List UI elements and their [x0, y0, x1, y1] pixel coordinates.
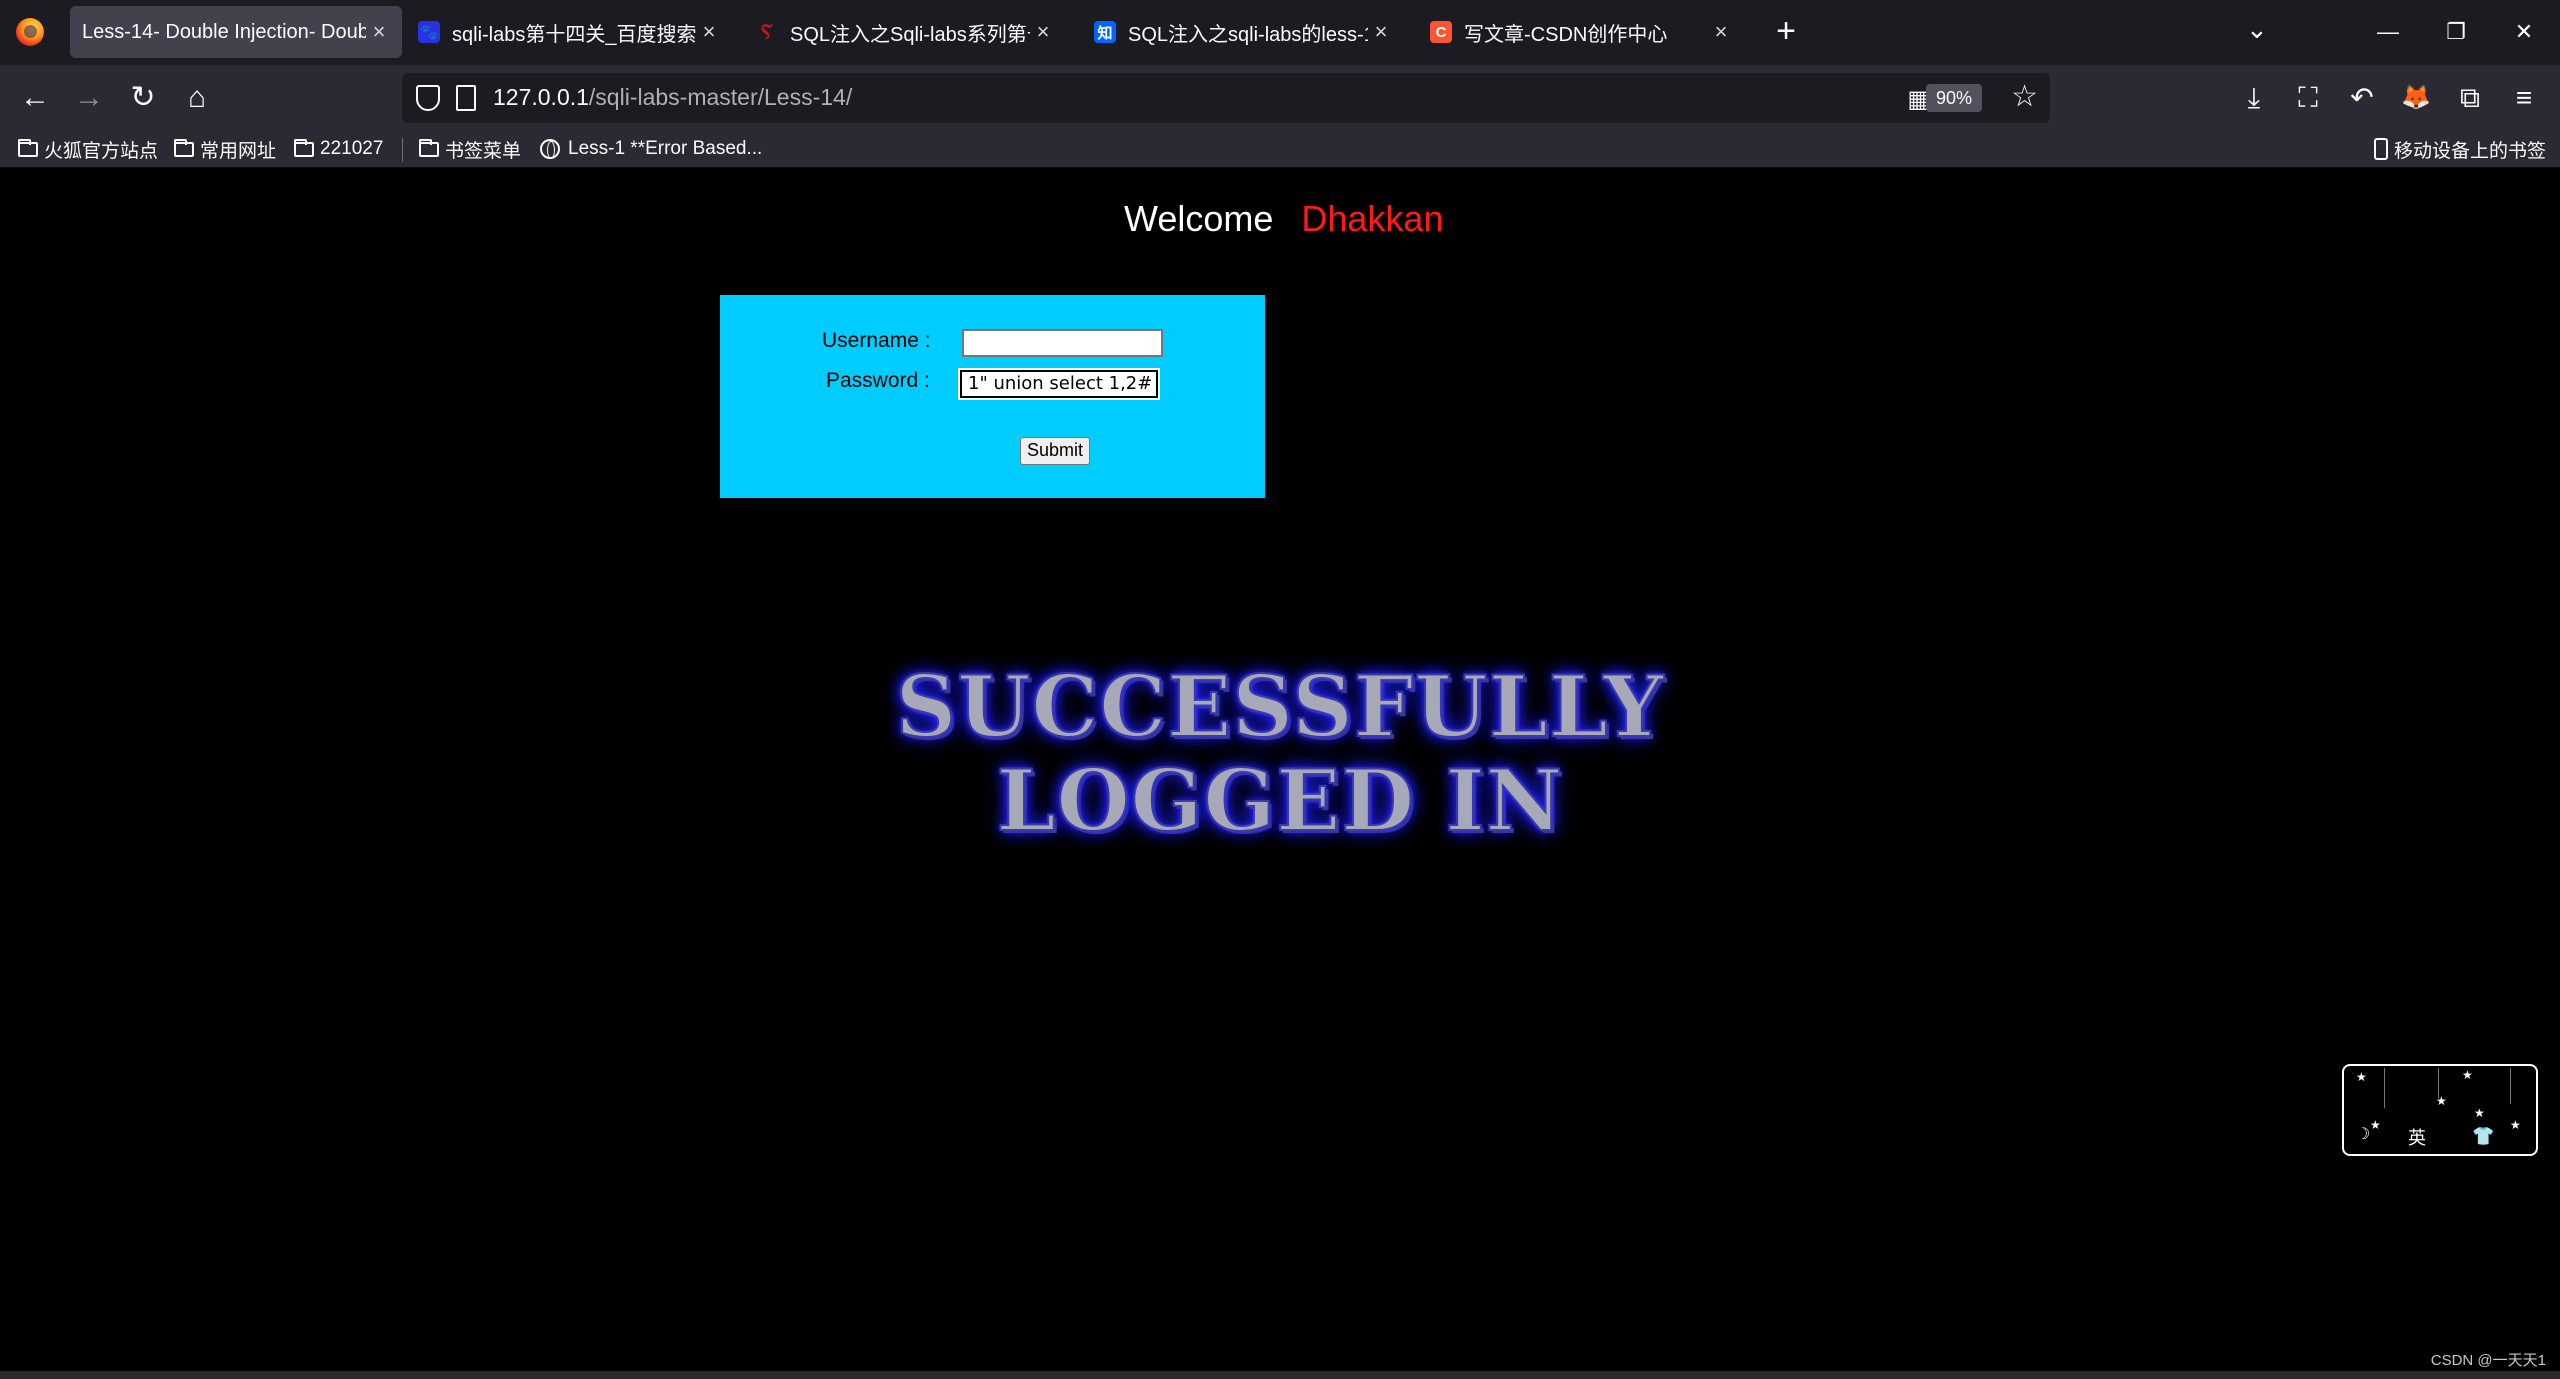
csdn-red-icon: Ⲋ: [761, 20, 773, 43]
globe-icon: [540, 139, 560, 159]
folder-icon: [174, 138, 194, 157]
tab-close-icon[interactable]: ×: [1030, 19, 1056, 45]
shirt-icon: 👕: [2472, 1126, 2495, 1146]
success-line-2: LOGGED IN: [996, 751, 1564, 850]
password-input[interactable]: 1" union select 1,2#: [958, 368, 1160, 400]
submit-button[interactable]: Submit: [1020, 437, 1090, 465]
undo-icon[interactable]: ↶: [2341, 77, 2383, 119]
extensions-icon[interactable]: ⧉: [2449, 77, 2491, 119]
tab-sqli-series[interactable]: Ⲋ SQL注入之Sqli-labs系列第十四关 ×: [756, 6, 1062, 58]
tracking-shield-icon[interactable]: [416, 85, 440, 111]
firefox-logo-icon[interactable]: [16, 18, 44, 46]
bookmark-folder-common[interactable]: 常用网址: [174, 135, 276, 163]
folder-icon: [294, 138, 314, 157]
tab-csdn-write[interactable]: C 写文章-CSDN创作中心 ×: [1430, 6, 1740, 58]
download-icon[interactable]: ⤓: [2233, 77, 2275, 119]
star-icon: ★: [2474, 1106, 2485, 1120]
tab-close-icon[interactable]: ×: [1708, 19, 1734, 45]
tab-close-icon[interactable]: ×: [366, 19, 392, 45]
tab-title: SQL注入之Sqli-labs系列第十四关: [790, 23, 1030, 46]
url-host: 127.0.0.1: [493, 84, 589, 110]
bookmarks-toolbar: 火狐官方站点 常用网址 221027 书签菜单 Less-1 **Error B…: [0, 130, 2560, 168]
tab-list-chevron-icon[interactable]: ⌄: [2246, 14, 2268, 45]
page-content: Welcome Dhakkan Username : Password : 1" …: [0, 168, 2560, 1371]
new-tab-button[interactable]: +: [1768, 14, 1804, 50]
password-label: Password :: [826, 369, 930, 392]
mobile-bookmarks[interactable]: 移动设备上的书签: [2374, 135, 2546, 163]
reload-button[interactable]: ↻: [122, 77, 164, 119]
tab-zhihu[interactable]: 知 SQL注入之sqli-labs的less-14 ×: [1094, 6, 1400, 58]
bookmark-label: 221027: [320, 138, 384, 159]
star-icon: ★: [2370, 1118, 2381, 1132]
bookmark-label: 火狐官方站点: [44, 140, 159, 162]
welcome-name: Dhakkan: [1301, 198, 1444, 239]
welcome-text: Welcome: [1124, 198, 1274, 239]
tab-title: Less-14- Double Injection- Double Quotes…: [82, 20, 366, 43]
tab-title: SQL注入之sqli-labs的less-14: [1128, 23, 1368, 46]
mobile-device-icon: [2374, 138, 2388, 160]
folder-icon: [419, 138, 439, 157]
bookmark-folder-menu[interactable]: 书签菜单: [419, 135, 521, 163]
star-icon: ★: [2462, 1068, 2473, 1082]
zhihu-icon: 知: [1094, 21, 1116, 43]
folder-icon: [18, 138, 38, 157]
bookmark-label: 书签菜单: [445, 140, 522, 162]
input-method-widget[interactable]: ★ ★ ★ ★ ★ ★ ☽ 英 👕: [2342, 1064, 2538, 1156]
restore-button[interactable]: ❐: [2426, 12, 2486, 52]
forward-button[interactable]: →: [68, 77, 110, 119]
hanging-string: [2510, 1068, 2511, 1104]
navigation-toolbar: ← → ↻ ⌂ 127.0.0.1/sqli-labs-master/Less-…: [0, 65, 2560, 130]
csdn-watermark: CSDN @一天天1: [2430, 1352, 2546, 1369]
back-button[interactable]: ←: [14, 77, 56, 119]
username-input[interactable]: [962, 329, 1163, 357]
tab-title: sqli-labs第十四关_百度搜索: [452, 23, 696, 46]
tab-bar: Less-14- Double Injection- Double Quotes…: [0, 0, 2560, 65]
bookmark-less-1[interactable]: Less-1 **Error Based...: [540, 135, 762, 163]
bookmark-separator: [402, 138, 403, 162]
success-banner: SUCCESSFULLY LOGGED IN: [860, 657, 1700, 850]
bookmark-folder-221027[interactable]: 221027: [294, 135, 383, 163]
star-icon: ★: [2356, 1070, 2367, 1084]
star-icon: ★: [2436, 1094, 2447, 1108]
tab-baidu-search[interactable]: 🐾 sqli-labs第十四关_百度搜索 ×: [418, 6, 728, 58]
csdn-icon: C: [1430, 21, 1452, 43]
window-close-button[interactable]: ✕: [2494, 12, 2554, 52]
address-bar[interactable]: 127.0.0.1/sqli-labs-master/Less-14/ ▦ 90…: [402, 73, 2050, 123]
hanging-string: [2384, 1068, 2385, 1108]
menu-icon[interactable]: ≡: [2503, 77, 2545, 119]
username-label: Username :: [822, 329, 931, 352]
ime-mode-label: 英: [2408, 1128, 2426, 1148]
zoom-level-badge[interactable]: 90%: [1925, 84, 1982, 112]
url-path: /sqli-labs-master/Less-14/: [588, 84, 853, 110]
bookmark-star-icon[interactable]: ☆: [2011, 81, 2038, 113]
page-info-icon[interactable]: [456, 85, 476, 111]
moon-icon: ☽: [2356, 1126, 2371, 1143]
bookmark-folder-firefox[interactable]: 火狐官方站点: [18, 135, 158, 163]
screenshot-crop-icon[interactable]: ⛶: [2287, 77, 2329, 119]
baidu-paw-icon: 🐾: [418, 21, 440, 43]
login-form: Username : Password : 1" union select 1,…: [720, 295, 1265, 498]
url-text[interactable]: 127.0.0.1/sqli-labs-master/Less-14/: [493, 84, 852, 111]
bookmark-label: Less-1 **Error Based...: [568, 138, 763, 159]
tab-close-icon[interactable]: ×: [696, 19, 722, 45]
taskbar-edge: [0, 1371, 2560, 1379]
star-icon: ★: [2510, 1118, 2521, 1132]
home-button[interactable]: ⌂: [176, 77, 218, 119]
mobile-bookmarks-label: 移动设备上的书签: [2394, 140, 2547, 162]
welcome-heading: Welcome Dhakkan: [1124, 198, 1443, 240]
fox-extension-icon[interactable]: 🦊: [2395, 77, 2437, 119]
success-line-1: SUCCESSFULLY: [895, 657, 1665, 756]
tab-title: 写文章-CSDN创作中心: [1464, 23, 1668, 46]
bookmark-label: 常用网址: [200, 140, 277, 162]
tab-close-icon[interactable]: ×: [1368, 19, 1394, 45]
tab-less-14[interactable]: Less-14- Double Injection- Double Quotes…: [70, 6, 402, 58]
minimize-button[interactable]: —: [2358, 12, 2418, 52]
